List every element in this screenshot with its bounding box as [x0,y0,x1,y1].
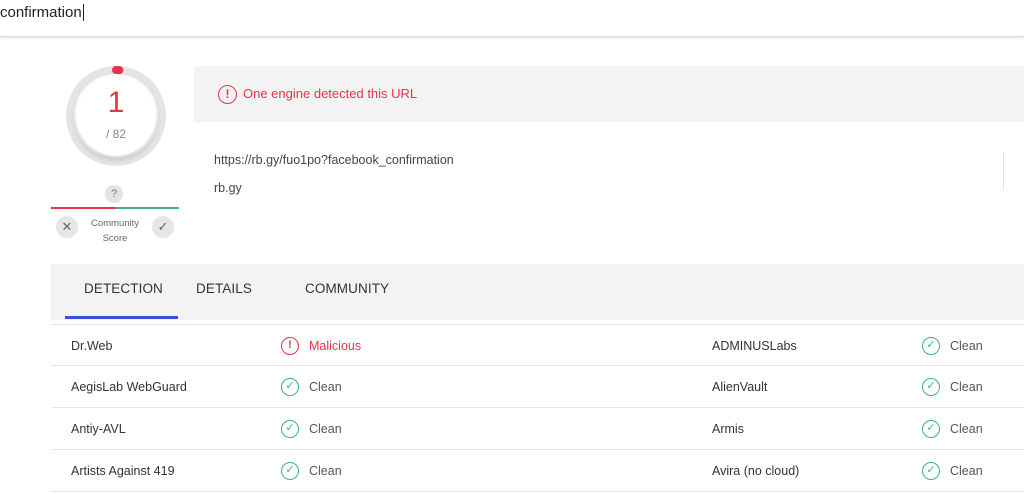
result-label: Clean [950,339,983,353]
search-input[interactable]: confirmation [0,3,84,21]
detection-alert-text: One engine detected this URL [243,86,418,101]
community-score-bar [51,207,179,209]
engine-total: / 82 [105,127,126,141]
table-row: Dr.Web ! Malicious ADMINUSLabs ✓ Clean [51,324,1024,366]
detection-score-widget: 1 / 82 [64,64,168,168]
tab-community[interactable]: COMMUNITY [305,281,389,296]
vote-harmless-button[interactable]: ✓ [152,216,174,238]
engine-result: ✓ Clean [281,420,342,438]
community-score-label-line1: Community [90,218,140,229]
engine-name: AegisLab WebGuard [71,380,187,394]
scanned-domain[interactable]: rb.gy [214,181,242,195]
result-label: Clean [309,464,342,478]
result-label: Clean [309,380,342,394]
engine-name: Antiy-AVL [71,422,126,436]
result-label: Clean [950,422,983,436]
search-input-value: confirmation [0,3,82,21]
detection-alert-banner: ! One engine detected this URL [194,66,1024,122]
engine-result: ! Malicious [281,337,361,355]
url-info-card: https://rb.gy/fuo1po?facebook_confirmati… [194,122,1024,230]
report-tabs: DETECTION DETAILS COMMUNITY [51,264,1024,320]
table-row: Antiy-AVL ✓ Clean Armis ✓ Clean [51,408,1024,450]
active-tab-indicator [65,316,178,319]
engine-name: ADMINUSLabs [712,339,797,353]
vote-harmful-button[interactable]: ✕ [56,216,78,238]
check-circle-icon: ✓ [281,420,299,438]
check-circle-icon: ✓ [922,337,940,355]
result-label: Clean [950,464,983,478]
community-score-bar-negative [51,207,115,209]
engine-result: ✓ Clean [922,420,983,438]
search-bar[interactable]: confirmation [0,0,1024,37]
community-score-label-line2: Score [102,233,128,244]
url-card-divider [1003,152,1004,190]
table-row: AegisLab WebGuard ✓ Clean AlienVault ✓ C… [51,366,1024,408]
result-label: Clean [309,422,342,436]
exclamation-circle-icon: ! [281,337,299,355]
community-score-bar-positive [115,207,179,209]
table-row: Artists Against 419 ✓ Clean Avira (no cl… [51,450,1024,492]
engine-result: ✓ Clean [281,462,342,480]
result-label: Clean [950,380,983,394]
check-circle-icon: ✓ [922,420,940,438]
scanned-url: https://rb.gy/fuo1po?facebook_confirmati… [214,153,454,167]
engine-result: ✓ Clean [922,378,983,396]
tab-details[interactable]: DETAILS [196,281,252,296]
tab-detection[interactable]: DETECTION [84,281,163,296]
check-circle-icon: ✓ [922,462,940,480]
check-circle-icon: ✓ [281,378,299,396]
engine-name: Avira (no cloud) [712,464,800,478]
detection-count: 1 [107,86,125,119]
engine-name: AlienVault [712,380,768,394]
engine-result: ✓ Clean [922,462,983,480]
exclamation-circle-icon: ! [218,85,237,104]
result-label: Malicious [309,339,362,353]
community-score-label: Community Score [83,216,147,246]
engine-result: ✓ Clean [281,378,342,396]
check-circle-icon: ✓ [922,378,940,396]
question-mark-icon[interactable]: ? [105,185,123,203]
detection-table: Dr.Web ! Malicious ADMINUSLabs ✓ Clean A… [51,324,1024,492]
text-caret [82,3,84,21]
check-circle-icon: ✓ [281,462,299,480]
engine-name: Armis [712,422,744,436]
engine-name: Dr.Web [71,339,113,353]
engine-result: ✓ Clean [922,337,983,355]
engine-name: Artists Against 419 [71,464,175,478]
